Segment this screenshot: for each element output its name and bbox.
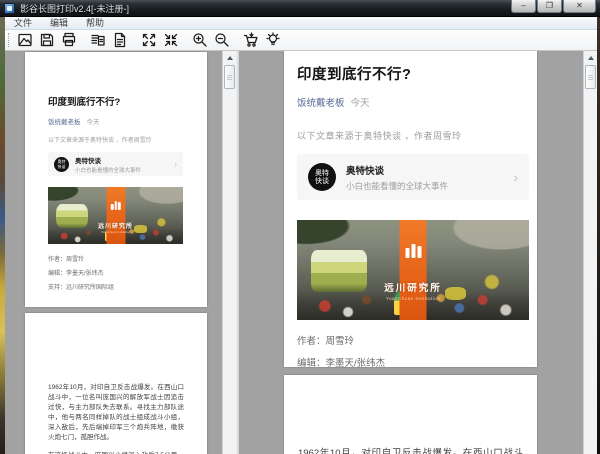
publish-date: 今天 [87,119,100,126]
zoom-in-button[interactable] [189,30,211,50]
close-icon: ✕ [576,1,583,10]
article-title: 印度到底行不行? [297,63,529,84]
minimize-button[interactable]: – [511,0,536,13]
toolbar [5,30,597,51]
toolbar-grip [8,33,10,47]
fit-expand-button[interactable] [138,30,160,50]
pages-overview-panel: 印度到底行不行? 饭统戴老板今天 以下文章来源于奥特快谈 ，作者周雪玲 奥特 快… [5,51,222,454]
zoom-out-icon [214,32,230,48]
zoom-page-2: 1962年10月，对印自卫反击战爆发。在西山口战斗中，一位名叫庞国兴的解放军战士… [284,375,537,454]
cover-brand-en: YuanChuan Institution [101,230,130,234]
lightbulb-icon [265,32,281,48]
menu-bar: 文件 编辑 帮助 [5,17,597,30]
menu-edit[interactable]: 编辑 [41,17,77,30]
credits-block: 作者：周雪玲 编辑：李墨天/张纬杰 支持：远川研究所国际组 [297,333,529,367]
save-icon [39,32,55,48]
bus-shape [56,204,88,228]
cover-brand-en: YuanChuan Institution [386,296,441,301]
body-paragraph-1: 1962年10月，对印自卫反击战爆发。在西山口战斗中，一位名叫庞国兴的解放军战士… [298,445,523,454]
preview-page-1: 印度到底行不行? 饭统戴老板今天 以下文章来源于奥特快谈 ，作者周雪玲 奥特 快… [25,52,207,307]
left-panel-scrollbar[interactable] [222,51,236,454]
document-icon [112,32,128,48]
app-window: 影谷长图打印v2.4[-未注册-] – ❐ ✕ 文件 编辑 帮助 [0,0,600,454]
article-title: 印度到底行不行? [48,94,183,108]
right-scroll-up-button[interactable] [584,51,597,64]
cover-banner [400,220,427,320]
open-image-button[interactable] [14,30,36,50]
app-icon [4,3,15,14]
source-logo: 奥特 快谈 [54,157,69,172]
menu-file[interactable]: 文件 [5,17,41,30]
source-card-desc: 小白也能看懂的全球大事件 [346,180,448,192]
article-byline: 饭统戴老板今天 [48,116,183,126]
menu-help[interactable]: 帮助 [77,17,113,30]
chevron-right-icon: › [514,170,518,185]
title-bar[interactable]: 影谷长图打印v2.4[-未注册-] – ❐ ✕ [0,0,600,17]
register-button[interactable] [240,30,262,50]
print-button[interactable] [58,30,80,50]
article-cover-image: 远川研究所 YuanChuan Institution [297,220,529,320]
fit-shrink-button[interactable] [160,30,182,50]
account-name: 饭统戴老板 [297,98,345,109]
vehicle-shape [134,225,146,232]
left-scroll-up-button[interactable] [223,51,236,64]
zoom-page-1: 印度到底行不行? 饭统戴老板今天 以下文章来源于奥特快谈 ，作者周雪玲 奥特 快… [284,51,537,367]
image-icon [17,32,33,48]
window-body: 文件 编辑 帮助 [5,17,597,454]
vehicle-shape [445,287,466,300]
cover-banner [106,187,125,244]
article-byline: 饭统戴老板今天 [297,95,529,109]
publish-date: 今天 [351,98,370,109]
yuanchuan-logo-icon [111,201,121,210]
yuanchuan-logo-icon [405,244,421,258]
body-paragraph-1: 1962年10月，对印自卫反击战爆发。在西山口战斗中，一位名叫庞国兴的解放军战士… [48,383,184,443]
chevron-right-icon: › [174,160,177,169]
zoom-in-icon [192,32,208,48]
bus-shape [311,250,367,292]
minimize-icon: – [521,1,525,10]
save-button[interactable] [36,30,58,50]
print-icon [61,32,77,48]
main-area: 印度到底行不行? 饭统戴老板今天 以下文章来源于奥特快谈 ，作者周雪玲 奥特 快… [5,51,597,454]
source-card-name: 奥特快谈 [75,155,141,165]
document-button[interactable] [109,30,131,50]
source-card-desc: 小白也能看懂的全球大事件 [75,166,141,174]
right-panel-scrollbar[interactable] [583,51,597,454]
cover-brand-cn: 远川研究所 [98,221,133,230]
expand-icon [141,32,157,48]
window-title: 影谷长图打印v2.4[-未注册-] [20,2,129,15]
source-logo: 奥特 快谈 [308,163,336,191]
scroll-up-icon [227,56,233,60]
source-line: 以下文章来源于奥特快谈 ，作者周雪玲 [297,129,529,142]
preview-page-2: 1962年10月，对印自卫反击战爆发。在西山口战斗中，一位名叫庞国兴的解放军战士… [25,313,207,454]
page-setup-icon [90,32,106,48]
left-scrollbar-thumb[interactable] [224,65,235,89]
maximize-button[interactable]: ❐ [537,0,562,13]
cart-icon [243,32,259,48]
right-scrollbar-thumb[interactable] [585,65,596,89]
credits-block: 作者：周雪玲 编辑：李墨天/张纬杰 支持：远川研究所国际组 [48,254,183,291]
cover-brand-cn: 远川研究所 [384,280,442,294]
page-setup-button[interactable] [87,30,109,50]
article-cover-image: 远川研究所 YuanChuan Institution [48,187,183,244]
zoom-preview-panel: 印度到底行不行? 饭统戴老板今天 以下文章来源于奥特快谈 ，作者周雪玲 奥特 快… [239,51,583,454]
zoom-out-button[interactable] [211,30,233,50]
source-card: 奥特 快谈 奥特快谈 小白也能看懂的全球大事件 › [297,154,529,200]
source-card-name: 奥特快谈 [346,163,448,177]
shrink-icon [163,32,179,48]
maximize-icon: ❐ [546,1,553,10]
close-button[interactable]: ✕ [563,0,596,13]
source-card: 奥特 快谈 奥特快谈 小白也能看懂的全球大事件 › [48,152,183,176]
source-line: 以下文章来源于奥特快谈 ，作者周雪玲 [48,135,183,144]
account-name: 饭统戴老板 [48,119,81,126]
tips-button[interactable] [262,30,284,50]
scroll-up-icon [588,56,594,60]
